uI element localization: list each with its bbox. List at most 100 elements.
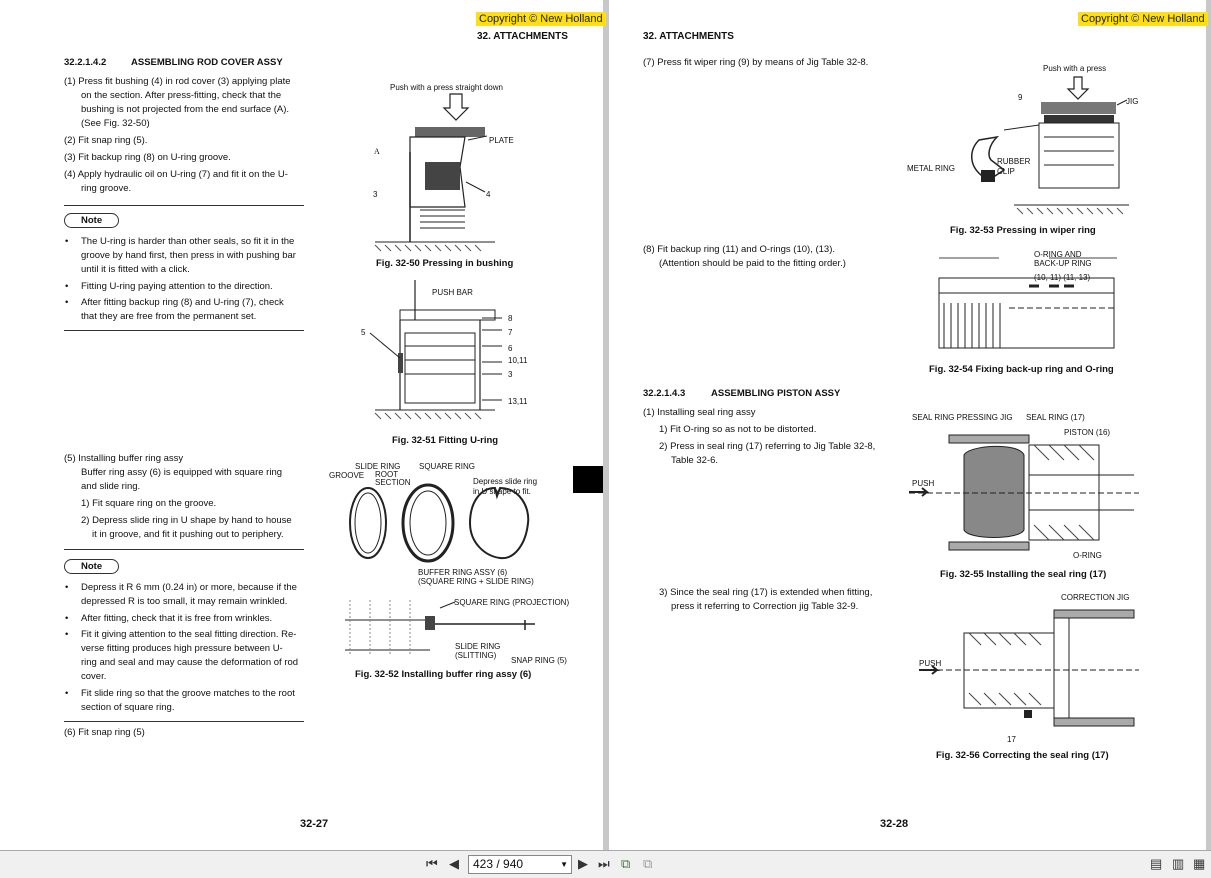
black-marker: [573, 466, 603, 493]
step-text: (6) Fit snap ring (5): [64, 727, 145, 738]
heading-title: ASSEMBLING PISTON ASSY: [711, 388, 841, 399]
continuous-view-icon[interactable]: ▦: [1193, 856, 1205, 872]
fig-label: SLIDE RING: [455, 642, 501, 651]
step-text: 1) Fit square ring on the groove.: [81, 498, 217, 509]
note-text: until it is fitted with a click.: [81, 264, 190, 275]
page-number-input[interactable]: 423 / 940 ▼: [468, 855, 572, 874]
fig-label: BUFFER RING ASSY (6): [418, 568, 508, 577]
fig-label: SQUARE RING: [419, 462, 476, 471]
fig-label: SNAP RING (5): [511, 656, 567, 665]
note-text: verse fitting produces high pressure bet…: [81, 643, 283, 654]
heading-number: 32.2.1.4.3: [643, 388, 686, 399]
fig-label: A: [374, 147, 380, 156]
fig-label: PLATE: [489, 136, 514, 145]
fig-label: 17: [1007, 735, 1016, 744]
step-text: Buffer ring assy (6) is equipped with sq…: [81, 467, 283, 478]
fig-label: 3: [373, 190, 378, 199]
step-text: (3) Fit backup ring (8) on U-ring groove…: [64, 152, 231, 163]
step-text: it in groove, and fit it pushing out to …: [92, 529, 284, 540]
fig-label: 7: [508, 328, 513, 337]
fig-label: 5: [361, 328, 366, 337]
fig-label: Push with a press straight down: [390, 83, 503, 92]
step-text: 2) Depress slide ring in U shape by hand…: [81, 515, 292, 526]
fig-label: 4: [486, 190, 491, 199]
note-text: After fitting backup ring (8) and U-ring…: [65, 296, 284, 310]
figure-seal-ring-install: [909, 434, 1139, 551]
step-text: press it referring to Correction jig Tab…: [671, 601, 859, 612]
right-page: Copyright © New Holland 32. ATTACHMENTS …: [609, 0, 1208, 850]
fit-width-icon[interactable]: ⧉: [643, 856, 652, 872]
fig-label: 10,11: [508, 356, 528, 365]
single-page-view-icon[interactable]: ▤: [1150, 856, 1162, 872]
heading-number: 32.2.1.4.2: [64, 57, 107, 68]
note-text: that they are free from the permanent se…: [81, 311, 257, 322]
step-text: (See Fig. 32-50): [81, 118, 150, 129]
step-text: (4) Apply hydraulic oil on U-ring (7) an…: [64, 169, 288, 180]
chevron-down-icon[interactable]: ▼: [560, 856, 568, 873]
note-text: Fit it giving attention to the seal fitt…: [65, 628, 296, 642]
pdf-toolbar: ⏮ ◀ 423 / 940 ▼ ▶ ⏭ ⧉ ⧉ ▤ ▥ ▦: [0, 850, 1211, 878]
figure-wiper-ring: [971, 76, 1129, 215]
figure-caption: Fig. 32-56 Correcting the seal ring (17): [936, 750, 1109, 761]
first-page-icon[interactable]: ⏮: [426, 856, 438, 872]
divider: [64, 721, 304, 722]
figure-caption: Fig. 32-53 Pressing in wiper ring: [950, 225, 1096, 236]
figure-caption: Fig. 32-51 Fitting U-ring: [392, 435, 499, 446]
step-text: 2) Press in seal ring (17) referring to …: [659, 441, 876, 452]
note-text: section of square ring.: [81, 702, 175, 713]
fig-label: PUSH BAR: [432, 288, 473, 297]
step-text: (8) Fit backup ring (11) and O-rings (10…: [643, 244, 836, 255]
page-number-value: 423 / 940: [473, 857, 524, 871]
step-text: and slide ring.: [81, 481, 141, 492]
divider: [64, 549, 304, 550]
step-text: 1) Fit O-ring so as not to be distorted.: [659, 424, 817, 435]
left-page: Copyright © New Holland 32. ATTACHMENTS …: [0, 0, 606, 850]
note-text: After fitting, check that it is free fro…: [65, 612, 272, 626]
fig-label: CORRECTION JIG: [1061, 593, 1130, 602]
figure-caption: Fig. 32-50 Pressing in bushing: [376, 258, 514, 269]
note-text: groove by hand first, then press in with…: [81, 250, 296, 261]
step-text: (1) Press fit bushing (4) in rod cover (…: [64, 76, 291, 87]
fig-label: 6: [508, 344, 513, 353]
step-text: (5) Installing buffer ring assy: [64, 453, 184, 464]
last-page-icon[interactable]: ⏭: [598, 856, 610, 872]
step-text: 3) Since the seal ring (17) is extended …: [659, 587, 873, 598]
divider: [64, 330, 304, 331]
step-text: (2) Fit snap ring (5).: [64, 135, 148, 146]
previous-page-icon[interactable]: ◀: [449, 856, 459, 872]
fit-page-icon[interactable]: ⧉: [621, 856, 630, 872]
figure-caption: Fig. 32-52 Installing buffer ring assy (…: [355, 669, 532, 680]
fig-label: (SLITTING): [455, 651, 497, 660]
figure-caption: Fig. 32-54 Fixing back-up ring and O-rin…: [929, 364, 1114, 375]
fig-label: SEAL RING PRESSING JIG: [912, 413, 1013, 422]
two-page-view-icon[interactable]: ▥: [1172, 856, 1184, 872]
section-header: 32. ATTACHMENTS: [477, 31, 568, 42]
step-text: bushing is not projected from the end su…: [81, 104, 290, 115]
fig-label: METAL RING: [907, 164, 956, 173]
fig-label: Push with a press: [1043, 64, 1107, 73]
fig-label: SEAL RING (17): [1026, 413, 1085, 422]
note-text: cover.: [81, 671, 107, 682]
note-text: depressed R is too small, it may remain …: [81, 596, 288, 607]
copyright-badge: Copyright © New Holland: [1078, 12, 1208, 26]
note-text: Fitting U-ring paying attention to the d…: [65, 280, 273, 294]
figure-backup-ring: [938, 257, 1117, 349]
next-page-icon[interactable]: ▶: [578, 856, 588, 872]
fig-label: (SQUARE RING + SLIDE RING): [418, 577, 534, 586]
divider: [64, 205, 304, 206]
page-number: 32-28: [880, 818, 909, 830]
step-text: ring groove.: [81, 183, 132, 194]
step-text: (7) Press fit wiper ring (9) by means of…: [643, 57, 869, 68]
figure-fitting-uring: [369, 280, 502, 420]
note-text: The U-ring is harder than other seals, s…: [65, 235, 294, 249]
note-text: Depress it R 6 mm (0.24 in) or more, bec…: [65, 581, 297, 595]
fig-label: 13,11: [508, 397, 528, 406]
step-text: (Attention should be paid to the fitting…: [659, 258, 846, 269]
section-header: 32. ATTACHMENTS: [643, 31, 734, 42]
figure-caption: Fig. 32-55 Installing the seal ring (17): [940, 569, 1107, 580]
note-label: Note: [64, 213, 120, 228]
fig-label: 8: [508, 314, 513, 323]
note-text: Fit slide ring so that the groove matche…: [65, 687, 295, 701]
step-text: on the section. After press-fitting, che…: [81, 90, 282, 101]
page-number: 32-27: [300, 818, 329, 830]
